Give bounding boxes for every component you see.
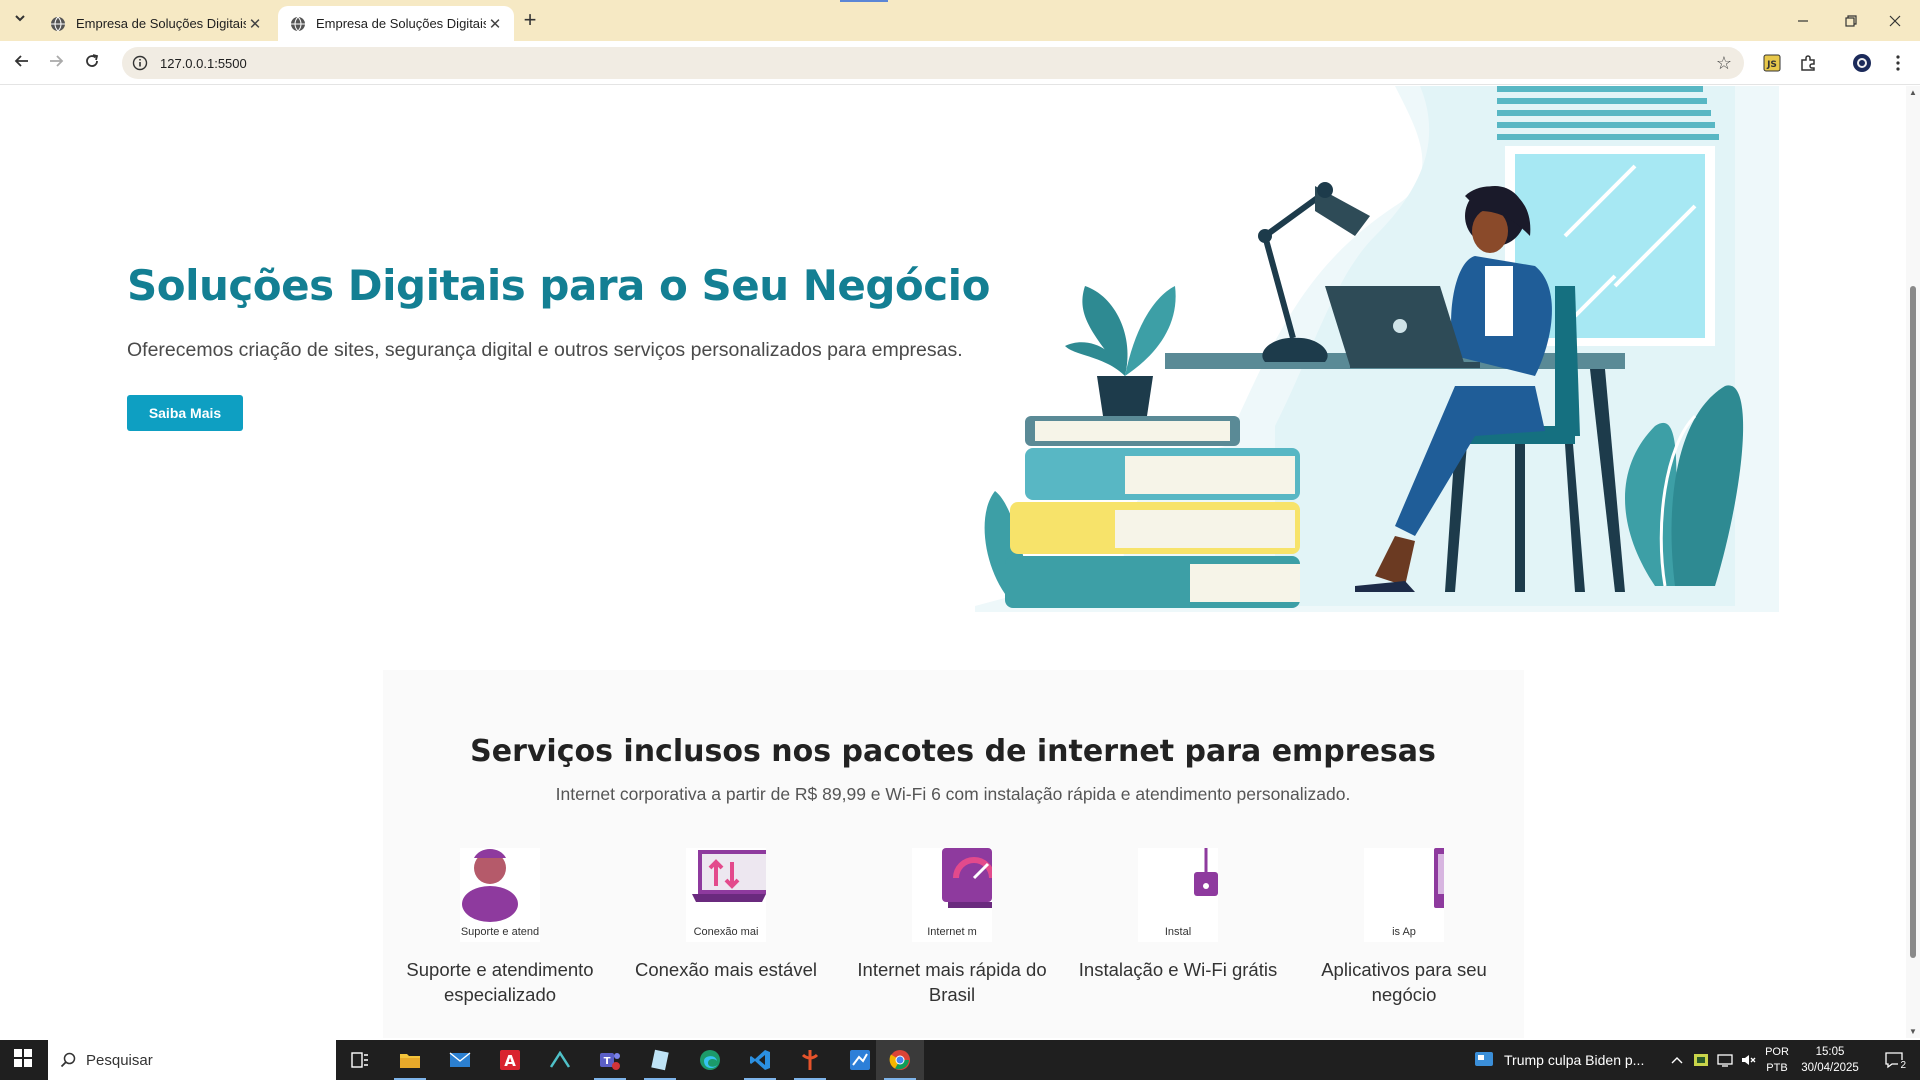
app-red-icon[interactable] — [786, 1040, 834, 1080]
service-image-speed: Internet m — [912, 848, 992, 942]
search-placeholder: Pesquisar — [86, 1051, 153, 1069]
news-icon — [1474, 1051, 1494, 1070]
network-icon[interactable] — [1714, 1040, 1736, 1080]
service-card-connection: Conexão mai Conexão mais estável — [613, 848, 839, 982]
service-image-support: Suporte e atend — [460, 848, 540, 942]
learn-more-button[interactable]: Saiba Mais — [127, 395, 243, 431]
menu-kebab-icon[interactable] — [1886, 51, 1910, 75]
windows-logo-icon — [14, 1048, 32, 1072]
close-tab-icon[interactable]: ✕ — [246, 15, 264, 33]
task-view-icon[interactable] — [336, 1040, 384, 1080]
browser-toolbar: 127.0.0.1:5500 ☆ JS — [0, 41, 1920, 85]
close-window-button[interactable] — [1872, 0, 1918, 41]
teams-icon[interactable]: T — [586, 1040, 634, 1080]
hero-title: Soluções Digitais para o Seu Negócio — [127, 261, 990, 310]
site-info-icon[interactable] — [132, 55, 148, 71]
globe-icon — [50, 16, 66, 32]
start-button[interactable] — [0, 1040, 46, 1080]
close-tab-icon[interactable]: ✕ — [486, 15, 504, 33]
back-button[interactable] — [8, 49, 36, 77]
image-caption: is Ap — [1392, 926, 1416, 938]
image-caption: Instal — [1164, 926, 1192, 938]
service-label: Conexão mais estável — [634, 959, 817, 980]
mail-icon[interactable] — [436, 1040, 484, 1080]
browser-tab-1[interactable]: Empresa de Soluções Digitais ✕ — [38, 6, 274, 41]
service-image-connection: Conexão mai — [686, 848, 766, 942]
notification-center-button[interactable]: 2 — [1874, 1040, 1914, 1080]
service-card-speed: Internet m Internet mais rápida do Brasi… — [839, 848, 1065, 1007]
notepad-icon[interactable] — [636, 1040, 684, 1080]
arduino-ide-icon[interactable] — [536, 1040, 584, 1080]
reload-icon — [84, 53, 100, 74]
new-tab-button[interactable]: + — [518, 7, 542, 32]
page-viewport: Soluções Digitais para o Seu Negócio Ofe… — [0, 86, 1906, 1038]
svg-text:A: A — [504, 1052, 516, 1070]
globe-icon — [290, 16, 306, 32]
forward-button[interactable] — [42, 49, 70, 77]
service-image-installation: Instal — [1138, 848, 1218, 942]
svg-text:T: T — [604, 1056, 611, 1067]
edge-icon[interactable] — [686, 1040, 734, 1080]
vscode-icon[interactable] — [736, 1040, 784, 1080]
acrobat-icon[interactable]: A — [486, 1040, 534, 1080]
service-label: Suporte e atendimento especializado — [406, 959, 594, 1005]
page-scrollbar[interactable]: ▲ ▼ — [1906, 86, 1920, 1038]
keyboard-layout: PTB — [1766, 1062, 1788, 1074]
service-card-installation: Instal Instalação e Wi-Fi grátis — [1065, 848, 1291, 982]
volume-muted-icon[interactable] — [1738, 1040, 1760, 1080]
arrow-left-icon — [14, 53, 30, 74]
service-label: Instalação e Wi-Fi grátis — [1078, 959, 1278, 980]
service-card-apps: is Ap Aplicativos para seu negócio — [1291, 848, 1517, 1007]
extensions-puzzle-icon[interactable] — [1796, 51, 1820, 75]
show-hidden-icons-icon[interactable] — [1666, 1040, 1688, 1080]
chrome-icon[interactable] — [876, 1040, 924, 1080]
taskbar-search-box[interactable]: Pesquisar — [48, 1040, 336, 1080]
clock-date: 30/04/2025 — [1801, 1062, 1859, 1074]
minimize-button[interactable] — [1780, 0, 1826, 41]
browser-tab-2[interactable]: Empresa de Soluções Digitais ✕ — [278, 6, 514, 41]
tab-title: Empresa de Soluções Digitais — [316, 16, 486, 31]
service-label: Internet mais rápida do Brasil — [857, 959, 1047, 1005]
file-explorer-icon[interactable] — [386, 1040, 434, 1080]
js-extension-icon[interactable]: JS — [1760, 51, 1784, 75]
url-text: 127.0.0.1:5500 — [160, 55, 247, 71]
services-subtitle: Internet corporativa a partir de R$ 89,9… — [555, 784, 1351, 804]
tab-drag-indicator — [840, 0, 888, 2]
address-bar[interactable]: 127.0.0.1:5500 ☆ — [122, 47, 1744, 79]
service-label: Aplicativos para seu negócio — [1321, 959, 1487, 1005]
image-caption: Internet m — [927, 926, 977, 938]
restore-button[interactable] — [1828, 0, 1874, 41]
service-image-apps: is Ap — [1364, 848, 1444, 942]
scroll-up-icon[interactable]: ▲ — [1909, 88, 1917, 97]
service-card-support: Suporte e atend Suporte e atendimento es… — [387, 848, 613, 1007]
taskbar: Pesquisar A T Trump culpa Biden p... POR… — [0, 1040, 1920, 1080]
clock[interactable]: 15:05 30/04/2025 — [1798, 1040, 1862, 1080]
news-widget[interactable]: Trump culpa Biden p... — [1474, 1040, 1654, 1080]
tray-app-icon[interactable] — [1690, 1040, 1712, 1080]
news-headline: Trump culpa Biden p... — [1504, 1052, 1645, 1068]
clock-time: 15:05 — [1815, 1046, 1845, 1058]
profile-avatar-icon[interactable] — [1850, 51, 1874, 75]
scrollbar-thumb[interactable] — [1910, 286, 1916, 958]
star-icon[interactable]: ☆ — [1716, 53, 1732, 74]
language-indicator[interactable]: POR PTB — [1762, 1040, 1792, 1080]
svg-text:JS: JS — [1766, 60, 1777, 70]
services-title: Serviços inclusos nos pacotes de interne… — [470, 734, 1436, 769]
image-caption: Conexão mai — [693, 926, 759, 938]
scroll-down-icon[interactable]: ▼ — [1909, 1027, 1917, 1036]
search-icon — [60, 1052, 76, 1068]
hero-illustration — [975, 86, 1779, 612]
language-code: POR — [1765, 1046, 1789, 1058]
tab-bar: Empresa de Soluções Digitais ✕ Empresa d… — [0, 0, 1920, 41]
notification-count: 2 — [1898, 1060, 1908, 1071]
tab-title: Empresa de Soluções Digitais — [76, 16, 246, 31]
chevron-down-icon — [14, 11, 26, 29]
hero-subtitle: Oferecemos criação de sites, segurança d… — [127, 339, 963, 361]
image-caption: Suporte e atend — [460, 926, 540, 938]
reload-button[interactable] — [78, 49, 106, 77]
notification-icon: 2 — [1884, 1051, 1908, 1071]
arrow-right-icon — [48, 53, 64, 74]
tab-search-button[interactable] — [8, 8, 32, 32]
